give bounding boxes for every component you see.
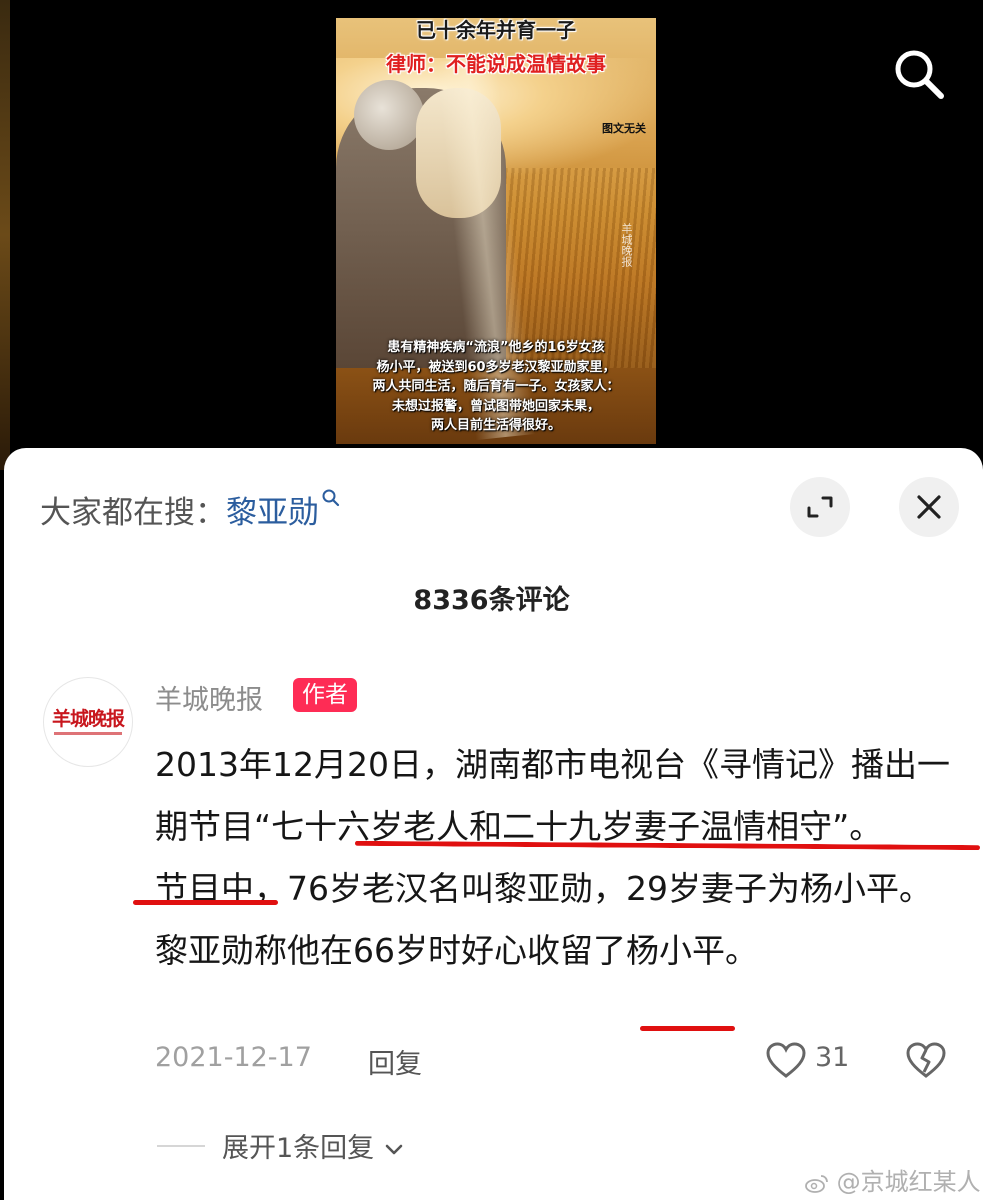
- site-watermark: @京城红某人: [805, 1162, 981, 1197]
- comment-paragraph: 节目中，76岁老汉名叫黎亚勋，29岁妻子为杨小平。黎亚勋称他在66岁时好心收留了…: [155, 869, 932, 970]
- author-badge: 作者: [293, 678, 357, 712]
- hot-search-prefix: 大家都在搜：: [40, 495, 226, 531]
- dislike-button[interactable]: [905, 1040, 947, 1086]
- comment-paragraph: 2013年12月20日，湖南都市电视台《寻情记》播出一期节目“七十六岁老人和二十…: [155, 745, 950, 846]
- video-caption: 患有精神疾病“流浪”他乡的16岁女孩 杨小平，被送到60多岁老汉黎亚勋家里， 两…: [336, 338, 656, 436]
- hot-search-term[interactable]: 黎亚勋: [226, 495, 319, 531]
- comments-count: 8336条评论: [413, 585, 570, 616]
- weibo-icon: [805, 1175, 828, 1193]
- close-button[interactable]: [899, 477, 959, 537]
- broken-heart-icon: [906, 1042, 946, 1078]
- hot-search-bar[interactable]: 大家都在搜：黎亚勋: [40, 487, 341, 532]
- comment-text: 2013年12月20日，湖南都市电视台《寻情记》播出一期节目“七十六岁老人和二十…: [155, 734, 955, 982]
- avatar[interactable]: 羊城晚报: [43, 677, 133, 767]
- red-underline: [133, 900, 278, 905]
- expand-icon: [807, 496, 833, 518]
- caption-line: 杨小平，被送到60多岁老汉黎亚勋家里，: [376, 359, 616, 375]
- search-button[interactable]: [890, 45, 948, 103]
- search-icon: [895, 50, 944, 99]
- comment-date: 2021-12-17: [155, 1042, 312, 1073]
- caption-line: 未想过报警，曾试图带她回家未果，: [391, 398, 600, 414]
- thumb-man-head: [354, 80, 424, 150]
- video-watermark: 羊城晚报: [620, 223, 633, 267]
- video-blur-edge: [0, 0, 10, 470]
- close-icon: [917, 495, 941, 519]
- site-watermark-text: @京城红某人: [836, 1168, 981, 1196]
- like-count: 31: [815, 1042, 850, 1073]
- expand-replies-button[interactable]: 展开1条回复: [222, 1126, 405, 1165]
- video-thumbnail[interactable]: 已十余年并育一子 律师：不能说成温情故事 图文无关 羊城晚报 患有精神疾病“流浪…: [336, 18, 656, 444]
- avatar-logo-underline: [54, 732, 122, 735]
- like-button[interactable]: [765, 1040, 807, 1086]
- video-title-line1: 已十余年并育一子: [416, 18, 576, 42]
- red-underline: [640, 1026, 735, 1031]
- expand-divider: [157, 1145, 205, 1147]
- chevron-down-icon: [385, 1144, 403, 1154]
- comment-username[interactable]: 羊城晚报: [155, 678, 263, 717]
- caption-line: 两人目前生活得很好。: [430, 418, 561, 433]
- video-title-line2: 律师：不能说成温情故事: [386, 52, 606, 76]
- avatar-logo: 羊城晚报: [51, 708, 125, 730]
- caption-line: 患有精神疾病“流浪”他乡的16岁女孩: [387, 340, 605, 355]
- expand-replies-label: 展开1条回复: [222, 1133, 375, 1164]
- search-icon: [322, 489, 340, 507]
- video-area[interactable]: 已十余年并育一子 律师：不能说成温情故事 图文无关 羊城晚报 患有精神疾病“流浪…: [0, 0, 983, 470]
- heart-icon: [766, 1042, 806, 1078]
- video-disclaimer: 图文无关: [602, 122, 646, 135]
- caption-line: 两人共同生活，随后育有一子。女孩家人：: [372, 379, 620, 394]
- expand-button[interactable]: [790, 477, 850, 537]
- reply-button[interactable]: 回复: [368, 1042, 422, 1081]
